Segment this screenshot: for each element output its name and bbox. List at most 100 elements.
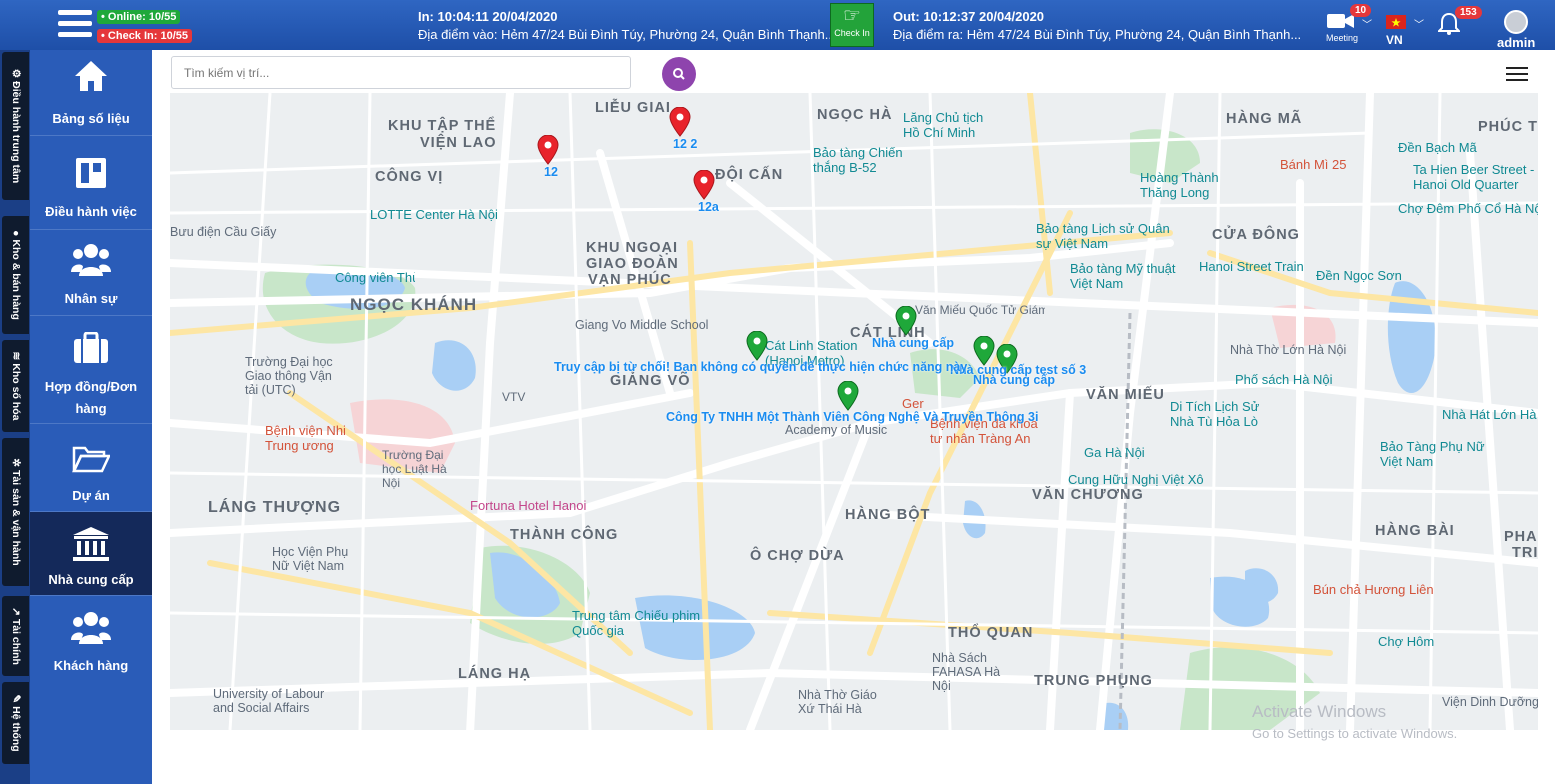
green-map-marker[interactable] [837,381,859,411]
district-label: LÁNG HẠ [458,666,532,682]
activate-windows-hint: Go to Settings to activate Windows. [1252,726,1458,741]
sidebar-item-khach-hang[interactable]: Khách hàng [30,596,152,684]
poi-label: Phố sách Hà Nội [1235,372,1333,387]
vtab-label: Điều hành trung tâm [9,81,22,184]
district-label: VIỆN LAO [420,135,497,151]
district-label: VĂN MIẾU [1086,387,1165,403]
poi-label: Nhà Thờ Lớn Hà Nội [1230,343,1347,357]
poi-label: Trường Đại học Giao thông Vận tải (UTC) [245,355,333,397]
notification-button[interactable]: 153 [1438,6,1482,42]
sidebar-item-dieu-hanh-viec[interactable]: Điều hành việc [30,136,152,230]
green-map-marker[interactable] [746,331,768,361]
poi-label: Bảo tàng Mỹ thuật Việt Nam [1070,261,1176,291]
vtab-kho-so-hoa[interactable]: ≋ Kho số hóa [2,340,29,432]
poi-label: Trung tâm Chiếu phim Quốc gia [572,608,701,638]
checkin-location: Địa điểm vào: Hẻm 47/24 Bùi Đình Túy, Ph… [418,27,836,42]
poi-label: Bún chả Hương Liên [1313,582,1434,597]
sidebar-item-nha-cung-cap[interactable]: Nhà cung cấp [30,512,152,596]
marker-label: Nhà cung cấp [973,373,1055,387]
module-tab-strip: ⚙ Điều hành trung tâm ● Kho & bán hàng ≋… [0,50,30,784]
map-menu-icon[interactable] [1506,67,1528,85]
sidebar-item-label: Nhân sự [64,291,118,306]
sidebar-item-bang-so-lieu[interactable]: Bảng số liệu [30,50,152,136]
vtab-tai-san-van-hanh[interactable]: ✲ Tài sản & vận hành [2,438,29,586]
marker-label: 12 2 [673,137,698,151]
district-label: CÔNG VỊ [375,169,444,185]
sidebar-item-label: Hợp đồng/Đơn hàng [44,379,138,416]
language-selector[interactable]: VN ﹀ [1384,12,1424,48]
poi-label: Đền Bạch Mã [1398,140,1477,155]
poi-label: Fortuna Hotel Hanoi [470,498,587,513]
district-label: PHAN [1504,529,1538,545]
meeting-label: Meeting [1326,33,1359,43]
sidebar-item-label: Bảng số liệu [52,111,130,126]
signal-icon: ≋ [9,351,22,361]
poi-label: Ga Hà Nội [1084,445,1145,460]
search-button[interactable] [662,57,696,91]
sidebar-item-nhan-su[interactable]: Nhân sự [30,230,152,316]
green-map-marker[interactable] [973,336,995,366]
vtab-kho-ban-hang[interactable]: ● Kho & bán hàng [2,216,29,334]
access-denied-message: Truy cập bị từ chối! Bạn không có quyền … [554,360,968,374]
sidebar-item-label: Dự án [72,488,110,503]
cogs-icon: ✲ [9,458,22,468]
briefcase-icon [74,332,108,363]
map-canvas[interactable]: LIỄU GIAI NGỌC HÀ KHU TẬP THỂ VIỆN LAO C… [170,93,1538,730]
poi-label: Di Tích Lịch Sử Nhà Tù Hỏa Lò [1170,399,1260,429]
district-label: GIẢNG VÕ [610,373,691,389]
district-label: KHU TẬP THỂ [388,118,497,134]
poi-label: Nhà Hát Lớn Hà [1442,407,1537,422]
checkout-time: Out: 10:12:37 20/04/2020 [893,9,1045,24]
avatar [1504,10,1528,34]
checkin-time: In: 10:04:11 20/04/2020 [418,9,558,24]
vtab-label: Kho số hóa [9,363,22,421]
sidebar-item-du-an[interactable]: Dự án [30,424,152,512]
red-map-marker[interactable] [669,107,691,137]
poi-label: Nhà Thờ Giáo Xứ Thái Hà [798,688,877,716]
vtab-label: Tài chính [9,618,22,665]
vtab-tai-chinh[interactable]: ↗ Tài chính [2,596,29,676]
green-map-marker[interactable] [895,306,917,336]
red-map-marker[interactable] [693,170,715,200]
checkout-location: Địa điểm ra: Hẻm 47/24 Bùi Đình Túy, Phư… [893,27,1302,42]
location-search-input[interactable] [171,56,631,89]
district-label: THỔ QUAN [948,625,1034,641]
chart-icon: ↗ [9,607,22,616]
bank-icon [73,527,109,561]
district-label: PHÚC T [1478,119,1538,135]
poi-label: LOTTE Center Hà Nội [370,207,498,222]
poi-label: Viện Dinh Dưỡng [1442,695,1538,709]
sidebar-item-label: Khách hàng [53,658,129,673]
chevron-down-icon[interactable]: ﹀ [1362,16,1372,31]
vtab-he-thong[interactable]: ✎ Hệ thống [2,682,29,764]
main-sidebar: Bảng số liệu Điều hành việc Nhân sự Hợp … [30,50,152,784]
search-icon [673,68,685,80]
hamburger-menu-icon[interactable] [58,10,92,40]
poi-label: University of Labour and Social Affairs [213,687,325,715]
district-label: HÀNG MÃ [1226,111,1303,127]
board-icon [76,158,106,188]
poi-label: Chợ Hôm [1378,634,1435,649]
district-label: HÀNG BỘT [845,507,931,523]
sidebar-item-hop-dong[interactable]: Hợp đồng/Đơn hàng [30,316,152,424]
home-icon [75,61,107,91]
checkin-button[interactable]: ☞ Check In [830,3,874,47]
district-label: THÀNH CÔNG [510,527,619,543]
language-label: VN [1386,33,1403,47]
poi-label: VTV [502,390,526,404]
red-map-marker[interactable] [537,135,559,165]
district-label: GIAO ĐOÀN [586,256,679,272]
checkin-count-badge: • Check In: 10/55 [97,29,193,43]
vtab-label: Kho & bán hàng [9,239,22,320]
poi-label: Lăng Chủ tịch Hồ Chí Minh [903,110,984,140]
vtab-label: Tài sản & vận hành [9,470,22,566]
pointing-hand-icon: ☞ [843,5,861,27]
district-label: NGỌC KHÁNH [350,295,478,314]
user-menu[interactable]: admin [1495,6,1545,50]
poi-label: Bánh Mì 25 [1280,157,1347,172]
gear-icon: ⚙ [9,68,22,79]
district-label: VẠN PHÚC [588,272,672,288]
vtab-dieu-hanh-trung-tam[interactable]: ⚙ Điều hành trung tâm [2,52,29,200]
district-label: CỬA ĐÔNG [1212,227,1300,243]
marker-label: 12 [544,165,558,179]
